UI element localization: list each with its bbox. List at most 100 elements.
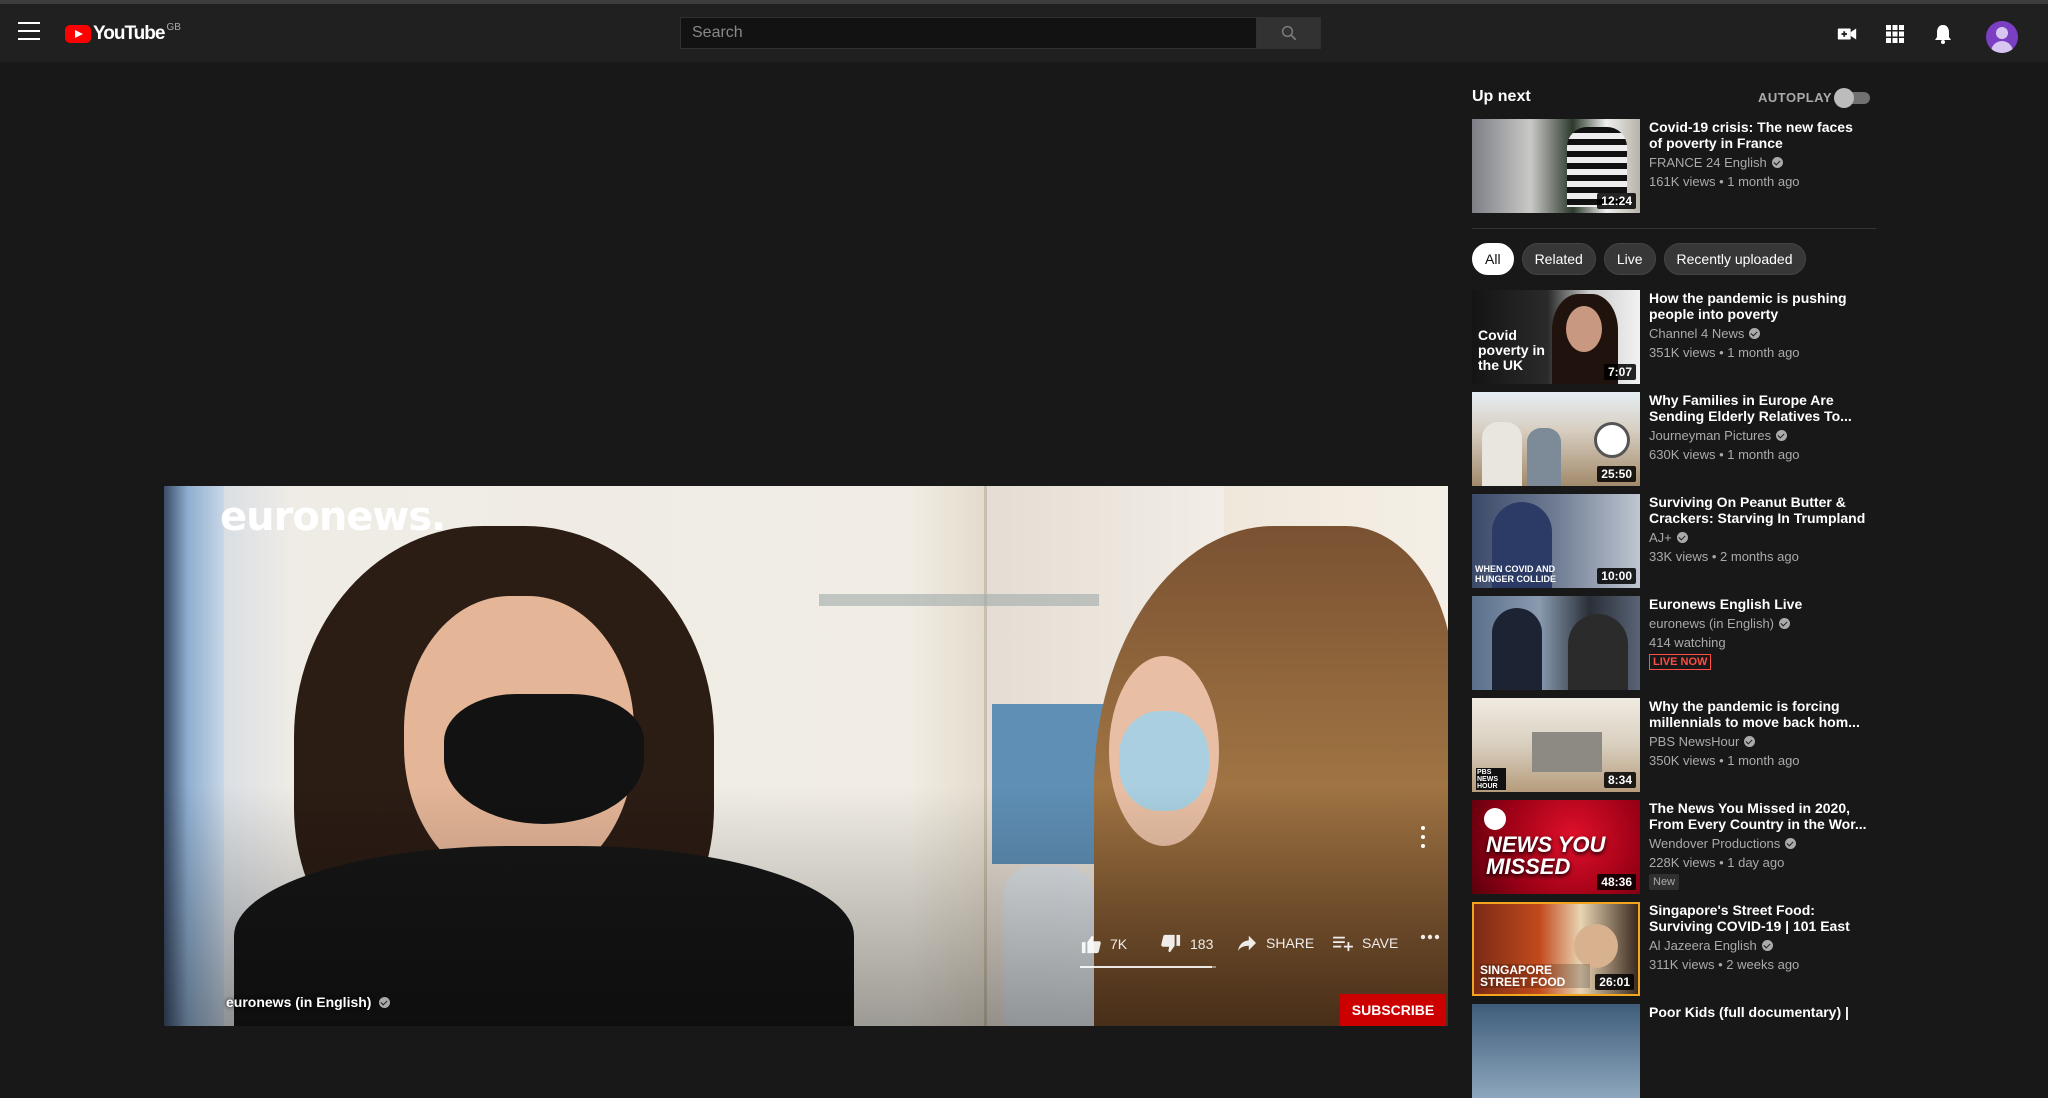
video-channel[interactable]: Wendover Productions (1649, 836, 1869, 851)
up-next-video[interactable]: 12:24 Covid-19 crisis: The new faces of … (1472, 119, 1876, 213)
video-thumbnail[interactable]: 25:50 (1472, 392, 1640, 486)
thumbnail-figure (1482, 422, 1522, 486)
logo-wordmark: YouTube (93, 23, 165, 44)
chip-live[interactable]: Live (1603, 243, 1656, 275)
list-item[interactable]: PBS NEWS HOUR 8:34 Why the pandemic is f… (1472, 698, 1876, 792)
video-channel[interactable]: Journeyman Pictures (1649, 428, 1869, 443)
video-stats: 414 watching (1649, 635, 1726, 650)
channel-overlay[interactable]: euronews (in English) (226, 994, 391, 1010)
list-item[interactable]: Poor Kids (full documentary) | (1472, 1004, 1876, 1098)
thumbnail-caption: NEWS YOU MISSED (1486, 832, 1606, 879)
thumbnail-caption: PBS NEWS HOUR (1476, 768, 1506, 790)
dislike-button[interactable]: 183 (1160, 934, 1213, 954)
like-count: 7K (1110, 936, 1128, 952)
like-button[interactable]: 7K (1080, 934, 1127, 954)
video-thumbnail[interactable] (1472, 1004, 1640, 1098)
thumbnail-counter (1532, 732, 1602, 772)
verified-icon (1779, 618, 1791, 629)
video-duration: 7:07 (1603, 364, 1636, 380)
thumbnail-plate (1594, 422, 1630, 458)
list-item[interactable]: WHEN COVID AND HUNGER COLLIDE 10:00 Surv… (1472, 494, 1876, 588)
search-input[interactable] (681, 18, 1256, 48)
video-stats: 350K views • 1 month ago (1649, 753, 1800, 768)
video-title[interactable]: Surviving On Peanut Butter & Crackers: S… (1649, 494, 1869, 526)
video-title[interactable]: Poor Kids (full documentary) | (1649, 1004, 1869, 1020)
video-title[interactable]: Why Families in Europe Are Sending Elder… (1649, 392, 1869, 424)
video-thumbnail[interactable] (1472, 596, 1640, 690)
video-duration: 48:36 (1597, 874, 1636, 890)
video-channel[interactable]: PBS NewsHour (1649, 734, 1869, 749)
video-meta: Singapore's Street Food: Surviving COVID… (1649, 902, 1869, 972)
search-button[interactable] (1256, 17, 1321, 49)
list-item[interactable]: SINGAPORE STREET FOOD 26:01 Singapore's … (1472, 902, 1876, 996)
chip-related[interactable]: Related (1521, 243, 1596, 275)
video-channel[interactable]: AJ+ (1649, 530, 1869, 545)
more-actions-button[interactable] (1420, 934, 1440, 940)
player-more-icon[interactable] (1420, 826, 1426, 848)
video-duration: 26:01 (1595, 974, 1634, 990)
list-item[interactable]: 25:50 Why Families in Europe Are Sending… (1472, 392, 1876, 486)
apps-button[interactable] (1883, 22, 1907, 46)
video-title[interactable]: Euronews English Live (1649, 596, 1869, 612)
create-video-button[interactable] (1835, 22, 1859, 46)
video-title[interactable]: The News You Missed in 2020, From Every … (1649, 800, 1869, 832)
sentiment-bar-fill (1080, 966, 1212, 968)
verified-icon (1676, 532, 1688, 543)
video-channel[interactable]: FRANCE 24 English (1649, 155, 1869, 170)
list-item[interactable]: NEWS YOU MISSED 48:36 The News You Misse… (1472, 800, 1876, 894)
video-title[interactable]: Covid-19 crisis: The new faces of povert… (1649, 119, 1869, 151)
video-duration: 8:34 (1603, 772, 1636, 788)
new-badge: New (1649, 874, 1680, 890)
youtube-logo[interactable]: YouTube GB (65, 22, 181, 46)
video-stats: 33K views • 2 months ago (1649, 549, 1799, 564)
verified-icon (379, 996, 391, 1008)
video-title[interactable]: Singapore's Street Food: Surviving COVID… (1649, 902, 1869, 934)
video-thumbnail[interactable]: PBS NEWS HOUR 8:34 (1472, 698, 1640, 792)
video-meta: Poor Kids (full documentary) | (1649, 1004, 1869, 1020)
video-thumbnail[interactable]: NEWS YOU MISSED 48:36 (1472, 800, 1640, 894)
subscribe-button[interactable]: SUBSCRIBE (1340, 994, 1446, 1026)
video-stats: 161K views • 1 month ago (1649, 174, 1800, 189)
video-thumbnail[interactable]: Covid poverty in the UK 7:07 (1472, 290, 1640, 384)
video-stats: 630K views • 1 month ago (1649, 447, 1800, 462)
video-meta: Surviving On Peanut Butter & Crackers: S… (1649, 494, 1869, 564)
thumbs-up-icon (1081, 935, 1101, 954)
video-channel[interactable]: Al Jazeera English (1649, 938, 1869, 953)
verified-icon (1749, 328, 1761, 339)
share-label: SHARE (1266, 935, 1315, 951)
video-title[interactable]: How the pandemic is pushing people into … (1649, 290, 1869, 322)
menu-icon[interactable] (18, 22, 40, 40)
verified-icon (1761, 940, 1773, 951)
thumbnail-face (1574, 924, 1618, 968)
verified-icon (1771, 157, 1783, 168)
search-box (680, 17, 1257, 49)
verified-icon (1785, 838, 1797, 849)
autoplay-toggle[interactable] (1834, 88, 1870, 108)
video-channel[interactable]: Channel 4 News (1649, 326, 1869, 341)
chip-all[interactable]: All (1472, 243, 1514, 275)
youtube-play-icon (65, 25, 91, 43)
notifications-button[interactable] (1931, 22, 1955, 46)
thumbnail-figure (1492, 608, 1542, 690)
video-channel-name: euronews (in English) (1649, 616, 1775, 631)
list-item[interactable]: Euronews English Live euronews (in Engli… (1472, 596, 1876, 690)
chip-recently-uploaded[interactable]: Recently uploaded (1663, 243, 1806, 275)
video-thumbnail[interactable]: SINGAPORE STREET FOOD 26:01 (1472, 902, 1640, 996)
list-item[interactable]: Covid poverty in the UK 7:07 How the pan… (1472, 290, 1876, 384)
verified-icon (1776, 430, 1788, 441)
video-channel[interactable]: euronews (in English) (1649, 616, 1869, 631)
verified-icon (1744, 736, 1756, 747)
share-button[interactable]: SHARE (1236, 934, 1314, 952)
video-title[interactable]: Why the pandemic is forcing millennials … (1649, 698, 1869, 730)
share-icon (1238, 935, 1256, 952)
video-thumbnail[interactable]: 12:24 (1472, 119, 1640, 213)
save-button[interactable]: SAVE (1332, 934, 1398, 952)
video-thumbnail[interactable]: WHEN COVID AND HUNGER COLLIDE 10:00 (1472, 494, 1640, 588)
video-player[interactable]: euronews. 7K 183 SHARE SAVE euronews (in… (164, 486, 1448, 1026)
autoplay-label: AUTOPLAY (1758, 90, 1833, 105)
avatar[interactable] (1986, 21, 2018, 53)
video-meta: Euronews English Live euronews (in Engli… (1649, 596, 1869, 670)
bell-icon (1935, 25, 1951, 44)
video-meta: Covid-19 crisis: The new faces of povert… (1649, 119, 1869, 189)
video-duration: 10:00 (1597, 568, 1636, 584)
